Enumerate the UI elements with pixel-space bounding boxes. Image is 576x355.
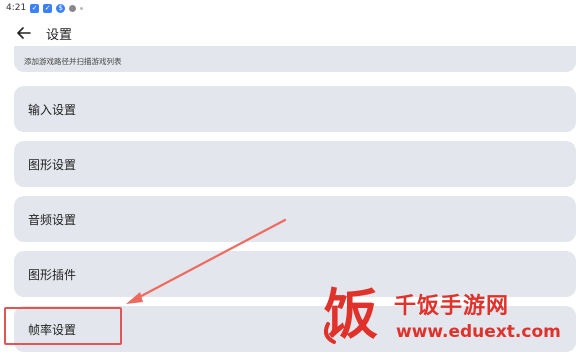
watermark-url: www.eduext.com (396, 322, 561, 342)
watermark-logo: 饭 (320, 284, 382, 346)
watermark: 饭 千饭手游网 www.eduext.com (320, 282, 570, 352)
watermark-logo-char: 饭 (324, 283, 378, 346)
watermark-title: 千饭手游网 (394, 294, 510, 319)
